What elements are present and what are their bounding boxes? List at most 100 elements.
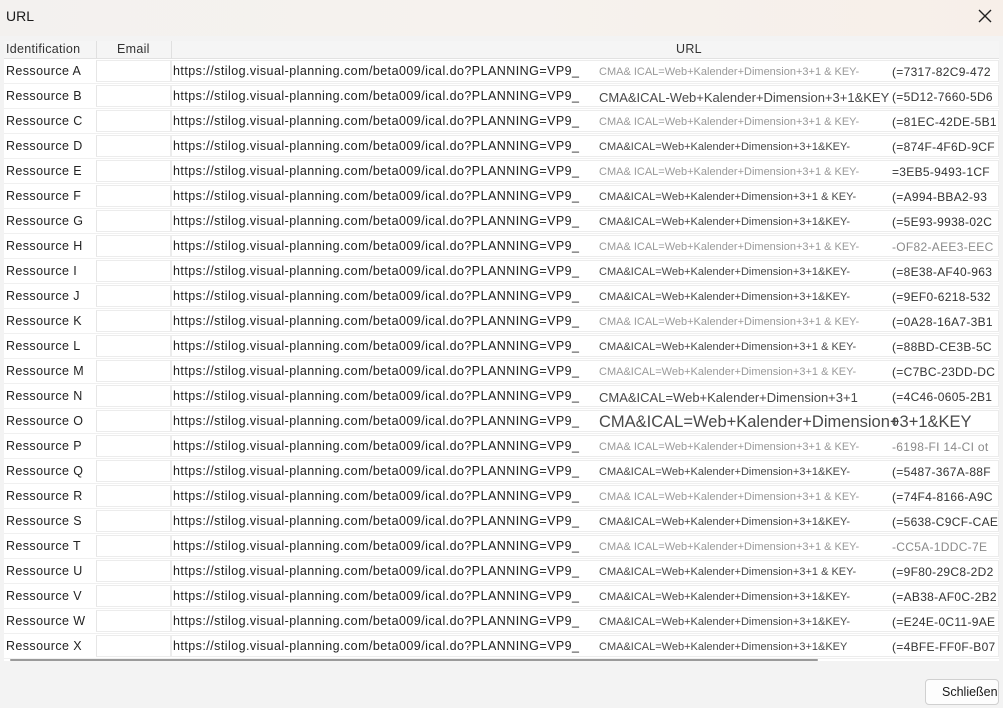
table-row[interactable]: Ressource L https://stilog.visual-plannin…	[4, 334, 999, 359]
table-row[interactable]: Ressource E https://stilog.visual-plannin…	[4, 159, 999, 184]
table-row[interactable]: Ressource G https://stilog.visual-plannin…	[4, 209, 999, 234]
url-mid-text: CMA& ICAL=Web+Kalender+Dimension+3+1 & K…	[599, 116, 860, 128]
cell-url[interactable]: https://stilog.visual-planning.com/beta0…	[171, 135, 999, 157]
cell-email[interactable]	[96, 460, 171, 482]
cell-identification: Ressource P	[4, 434, 96, 458]
cell-email[interactable]	[96, 585, 171, 607]
table-row[interactable]: Ressource D https://stilog.visual-plannin…	[4, 134, 999, 159]
cell-identification: Ressource E	[4, 159, 96, 183]
cell-identification: Ressource B	[4, 84, 96, 108]
cell-identification: Ressource G	[4, 209, 96, 233]
table-row[interactable]: Ressource A https://stilog.visual-plannin…	[4, 59, 999, 84]
cell-identification: Ressource T	[4, 534, 96, 558]
url-base-text: https://stilog.visual-planning.com/beta0…	[173, 414, 580, 428]
cell-email[interactable]	[96, 210, 171, 232]
cell-url[interactable]: https://stilog.visual-planning.com/beta0…	[171, 535, 999, 557]
cell-url[interactable]: https://stilog.visual-planning.com/beta0…	[171, 460, 999, 482]
url-mid-text: CMA&ICAL=Web+Kalender+Dimension+3+1&KEY-	[599, 466, 851, 478]
cell-email[interactable]	[96, 235, 171, 257]
cell-url[interactable]: https://stilog.visual-planning.com/beta0…	[171, 85, 999, 107]
table-row[interactable]: Ressource O https://stilog.visual-plannin…	[4, 409, 999, 434]
table-row[interactable]: Ressource T https://stilog.visual-plannin…	[4, 534, 999, 559]
cell-url[interactable]: https://stilog.visual-planning.com/beta0…	[171, 335, 999, 357]
cell-email[interactable]	[96, 110, 171, 132]
cell-email[interactable]	[96, 360, 171, 382]
table-row[interactable]: Ressource U https://stilog.visual-plannin…	[4, 559, 999, 584]
cell-email[interactable]	[96, 260, 171, 282]
cell-email[interactable]	[96, 160, 171, 182]
table-row[interactable]: Ressource J https://stilog.visual-plannin…	[4, 284, 999, 309]
table-row[interactable]: Ressource H https://stilog.visual-plannin…	[4, 234, 999, 259]
cell-url[interactable]: https://stilog.visual-planning.com/beta0…	[171, 485, 999, 507]
cell-url[interactable]: https://stilog.visual-planning.com/beta0…	[171, 435, 999, 457]
cell-identification: Ressource H	[4, 234, 96, 258]
cell-email[interactable]	[96, 335, 171, 357]
table-row[interactable]: Ressource B https://stilog.visual-plannin…	[4, 84, 999, 109]
table-row[interactable]: Ressource W https://stilog.visual-plannin…	[4, 609, 999, 634]
cell-email[interactable]	[96, 185, 171, 207]
close-button[interactable]: Schließen	[925, 679, 999, 705]
table-row[interactable]: Ressource N https://stilog.visual-plannin…	[4, 384, 999, 409]
column-header-email[interactable]: Email	[117, 42, 150, 56]
cell-url[interactable]: https://stilog.visual-planning.com/beta0…	[171, 610, 999, 632]
cell-url[interactable]: https://stilog.visual-planning.com/beta0…	[171, 410, 999, 432]
cell-email[interactable]	[96, 560, 171, 582]
cell-email[interactable]	[96, 635, 171, 657]
url-end-text: (=C7BC-23DD-DC	[892, 365, 996, 379]
cell-url[interactable]: https://stilog.visual-planning.com/beta0…	[171, 310, 999, 332]
cell-email[interactable]	[96, 85, 171, 107]
cell-email[interactable]	[96, 535, 171, 557]
cell-url[interactable]: https://stilog.visual-planning.com/beta0…	[171, 585, 999, 607]
cell-email[interactable]	[96, 385, 171, 407]
url-base-text: https://stilog.visual-planning.com/beta0…	[173, 139, 580, 153]
cell-email[interactable]	[96, 510, 171, 532]
table-row[interactable]: Ressource P https://stilog.visual-plannin…	[4, 434, 999, 459]
cell-email[interactable]	[96, 610, 171, 632]
cell-email[interactable]	[96, 410, 171, 432]
table-row[interactable]: Ressource X https://stilog.visual-plannin…	[4, 634, 999, 659]
cell-url[interactable]: https://stilog.visual-planning.com/beta0…	[171, 110, 999, 132]
cell-url[interactable]: https://stilog.visual-planning.com/beta0…	[171, 235, 999, 257]
column-header-url[interactable]: URL	[676, 42, 702, 56]
cell-url[interactable]: https://stilog.visual-planning.com/beta0…	[171, 635, 999, 657]
cell-email[interactable]	[96, 60, 171, 82]
url-mid-text: CMA&ICAL=Web+Kalender+Dimension+3+1 & KE…	[599, 566, 857, 578]
cell-identification: Ressource Q	[4, 459, 96, 483]
table-row[interactable]: Ressource C https://stilog.visual-plannin…	[4, 109, 999, 134]
column-header-identification[interactable]: Identification	[6, 42, 80, 56]
table-row[interactable]: Ressource Q https://stilog.visual-plannin…	[4, 459, 999, 484]
url-base-text: https://stilog.visual-planning.com/beta0…	[173, 164, 580, 178]
table-row[interactable]: Ressource R https://stilog.visual-plannin…	[4, 484, 999, 509]
cell-url[interactable]: https://stilog.visual-planning.com/beta0…	[171, 60, 999, 82]
close-icon[interactable]	[975, 6, 995, 26]
window-title: URL	[6, 8, 35, 24]
cell-email[interactable]	[96, 285, 171, 307]
table-row[interactable]: Ressource K https://stilog.visual-plannin…	[4, 309, 999, 334]
url-end-text: (=E24E-0C11-9AE	[892, 615, 996, 629]
cell-url[interactable]: https://stilog.visual-planning.com/beta0…	[171, 185, 999, 207]
cell-url[interactable]: https://stilog.visual-planning.com/beta0…	[171, 285, 999, 307]
table-row[interactable]: Ressource F https://stilog.visual-plannin…	[4, 184, 999, 209]
cell-url[interactable]: https://stilog.visual-planning.com/beta0…	[171, 560, 999, 582]
url-end-text: -OF82-AEE3-EEC	[892, 240, 994, 254]
url-mid-text: CMA& ICAL=Web+Kalender+Dimension+3+1 & K…	[599, 541, 860, 553]
url-end-text: (=0A28-16A7-3B1	[892, 315, 993, 329]
cell-url[interactable]: https://stilog.visual-planning.com/beta0…	[171, 385, 999, 407]
table-row[interactable]: Ressource V https://stilog.visual-plannin…	[4, 584, 999, 609]
cell-url[interactable]: https://stilog.visual-planning.com/beta0…	[171, 360, 999, 382]
cell-url[interactable]: https://stilog.visual-planning.com/beta0…	[171, 160, 999, 182]
table-row[interactable]: Ressource I https://stilog.visual-plannin…	[4, 259, 999, 284]
cell-url[interactable]: https://stilog.visual-planning.com/beta0…	[171, 510, 999, 532]
horizontal-scrollbar[interactable]	[10, 659, 818, 661]
cell-url[interactable]: https://stilog.visual-planning.com/beta0…	[171, 260, 999, 282]
url-end-text: (=5E93-9938-02C	[892, 215, 993, 229]
cell-email[interactable]	[96, 135, 171, 157]
url-mid-text: CMA&ICAL=Web+Kalender+Dimension+3+1&KEY-	[599, 216, 851, 228]
cell-url[interactable]: https://stilog.visual-planning.com/beta0…	[171, 210, 999, 232]
table-row[interactable]: Ressource M https://stilog.visual-plannin…	[4, 359, 999, 384]
cell-email[interactable]	[96, 310, 171, 332]
table-row[interactable]: Ressource S https://stilog.visual-plannin…	[4, 509, 999, 534]
cell-email[interactable]	[96, 435, 171, 457]
url-end-text: (=74F4-8166-A9C	[892, 490, 993, 504]
cell-email[interactable]	[96, 485, 171, 507]
